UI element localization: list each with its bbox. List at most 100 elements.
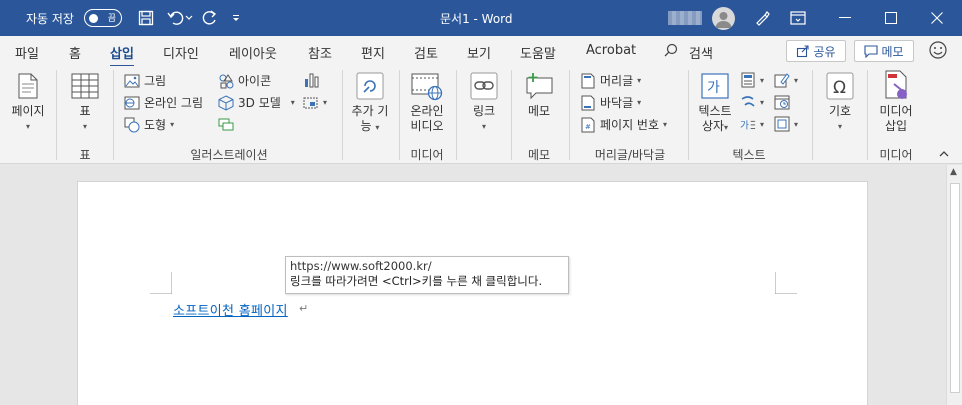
- table-button[interactable]: 표 ▾: [62, 70, 108, 134]
- minimize-button[interactable]: [822, 0, 868, 36]
- insert-media-button[interactable]: 미디어 삽입: [872, 70, 920, 134]
- shapes-button[interactable]: 도형 ▾: [124, 116, 174, 133]
- smiley-feedback-icon[interactable]: [928, 40, 948, 60]
- tab-layout[interactable]: 레이아웃: [229, 43, 277, 62]
- undo-icon[interactable]: [166, 8, 186, 28]
- online-video-button[interactable]: 온라인 비디오: [402, 70, 452, 134]
- chart-button[interactable]: [303, 72, 319, 88]
- tab-file[interactable]: 파일: [15, 43, 39, 62]
- tab-home[interactable]: 홈: [69, 43, 81, 62]
- separator: [342, 70, 343, 160]
- drop-cap-button[interactable]: 가 ▾: [740, 116, 764, 132]
- group-table-label: 표: [79, 148, 91, 162]
- signature-icon: [774, 72, 790, 88]
- chevron-down-icon: ▾: [760, 119, 765, 129]
- object-button[interactable]: ▾: [774, 116, 798, 132]
- cube-icon: [218, 94, 234, 111]
- ribbon-display-icon[interactable]: [788, 8, 808, 28]
- group-media2-label: 미디어: [879, 148, 913, 162]
- chevron-down-icon: ▾: [724, 123, 729, 132]
- icons-button[interactable]: 아이콘: [218, 72, 271, 89]
- vertical-scrollbar[interactable]: ▲: [946, 165, 962, 405]
- signature-line-button[interactable]: ▾: [774, 72, 798, 88]
- footer-button[interactable]: 바닥글 ▾: [580, 94, 641, 111]
- tab-acrobat[interactable]: Acrobat: [586, 43, 636, 58]
- page-number-button[interactable]: # 페이지 번호 ▾: [580, 116, 667, 133]
- chevron-down-icon: ▾: [82, 122, 87, 131]
- smartart-icon: [218, 116, 234, 132]
- calendar-icon: [774, 94, 790, 110]
- add-ins-label-1: 추가 기: [351, 104, 389, 118]
- separator: [113, 70, 114, 160]
- date-time-button[interactable]: [774, 94, 790, 110]
- page-button[interactable]: 페이지 ▾: [4, 70, 52, 134]
- new-comment-icon: [523, 70, 555, 102]
- scroll-up-arrow-icon[interactable]: ▲: [950, 167, 957, 177]
- chart-icon: [303, 72, 319, 88]
- text-box-button[interactable]: 가 텍스트 상자▾: [694, 70, 736, 135]
- search-icon[interactable]: [664, 43, 678, 61]
- search-label[interactable]: 검색: [689, 43, 713, 62]
- redo-icon[interactable]: [200, 8, 220, 28]
- svg-text:Ω: Ω: [833, 78, 846, 98]
- page-number-label: 페이지 번호: [600, 118, 660, 132]
- tab-help[interactable]: 도움말: [520, 43, 556, 62]
- close-button[interactable]: [914, 0, 960, 36]
- toggle-knob: [89, 13, 98, 23]
- pen-icon[interactable]: [752, 8, 772, 28]
- 3d-models-label: 3D 모델: [238, 96, 281, 110]
- share-label: 공유: [813, 44, 836, 59]
- link-button[interactable]: 링크 ▾: [462, 70, 506, 134]
- user-name-blurred[interactable]: [668, 11, 702, 25]
- online-pictures-label: 온라인 그림: [144, 96, 204, 110]
- new-comment-label: 메모: [527, 104, 551, 118]
- online-video-icon: [411, 70, 443, 102]
- picture-icon: [124, 73, 140, 89]
- screenshot-button[interactable]: ▾: [303, 94, 327, 110]
- undo-dropdown-icon[interactable]: [184, 8, 194, 28]
- add-ins-icon: [354, 70, 386, 102]
- maximize-button[interactable]: [868, 0, 914, 36]
- tab-view[interactable]: 보기: [467, 43, 491, 62]
- share-icon: [797, 45, 810, 58]
- shapes-icon: [124, 117, 140, 133]
- wordart-button[interactable]: ▾: [740, 94, 764, 110]
- chevron-down-icon: ▾: [323, 97, 328, 107]
- collapse-ribbon-icon[interactable]: [939, 148, 949, 161]
- save-icon[interactable]: [136, 8, 156, 28]
- tab-mailings[interactable]: 편지: [361, 43, 385, 62]
- document-page[interactable]: https://www.soft2000.kr/ 링크를 따라가려면 <Ctrl…: [77, 181, 868, 405]
- hyperlink[interactable]: 소프트이천 홈페이지: [173, 300, 288, 319]
- margin-corner-top-right: [775, 272, 797, 294]
- pictures-button[interactable]: 그림: [124, 72, 166, 89]
- insert-media-icon: [880, 70, 912, 102]
- quick-parts-button[interactable]: ▾: [740, 72, 764, 88]
- footer-icon: [580, 95, 596, 111]
- user-avatar-icon[interactable]: [712, 7, 735, 30]
- header-button[interactable]: 머리글 ▾: [580, 72, 641, 89]
- smartart-button[interactable]: [218, 116, 234, 132]
- text-box-label-2: 상자▾: [701, 119, 729, 133]
- symbol-button[interactable]: Ω 기호 ▾: [818, 70, 862, 134]
- separator: [456, 70, 457, 160]
- online-pictures-button[interactable]: 온라인 그림: [124, 94, 203, 111]
- chevron-down-icon: ▾: [25, 122, 30, 131]
- share-button[interactable]: 공유: [786, 40, 846, 62]
- scrollbar-thumb[interactable]: [950, 183, 960, 393]
- add-ins-button[interactable]: 추가 기 능 ▾: [346, 70, 394, 135]
- tab-references[interactable]: 참조: [308, 43, 332, 62]
- icons-icon: [218, 73, 234, 89]
- comments-button[interactable]: 메모: [854, 40, 914, 62]
- new-comment-button[interactable]: 메모: [516, 70, 562, 119]
- tab-review[interactable]: 검토: [414, 43, 438, 62]
- tab-insert[interactable]: 삽입: [110, 43, 134, 68]
- separator: [569, 70, 570, 160]
- chevron-down-icon: ▾: [794, 119, 799, 129]
- 3d-models-button[interactable]: 3D 모델 ▾: [218, 94, 295, 111]
- omega-icon: Ω: [824, 70, 856, 102]
- comments-label: 메모: [881, 44, 904, 59]
- tab-design[interactable]: 디자인: [163, 43, 199, 62]
- customize-toolbar-icon[interactable]: [228, 8, 244, 28]
- title-bar: 자동 저장 끔 문서1 - Word: [0, 0, 962, 36]
- autosave-toggle[interactable]: 끔: [84, 9, 122, 27]
